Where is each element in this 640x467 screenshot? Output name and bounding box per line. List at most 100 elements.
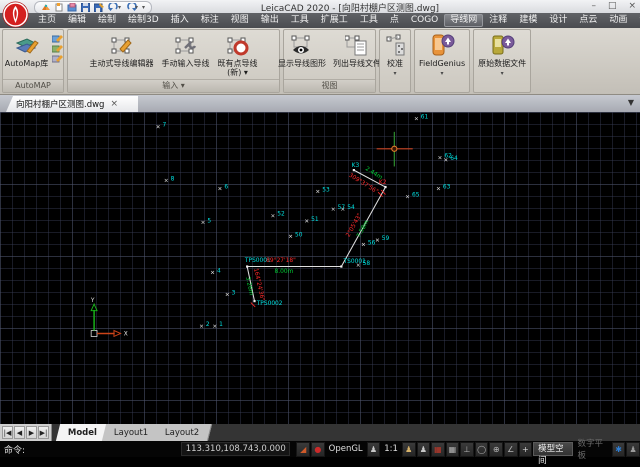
traverse-vertex[interactable] <box>253 300 255 302</box>
point-label-53: 53 <box>322 187 330 193</box>
ribbon-tab-6[interactable]: 视图 <box>225 14 255 27</box>
ribbon-tab-1[interactable]: 编辑 <box>62 14 92 27</box>
ribbon-tab-7[interactable]: 输出 <box>255 14 285 27</box>
document-tab-bar: 向阳村棚户区测图.dwg × ▼ <box>0 95 640 113</box>
model-space-button[interactable]: 模型空间 <box>533 442 573 456</box>
qat-more-icon[interactable]: ▾ <box>142 4 145 11</box>
existing-point-traverse-button[interactable]: 既有点导线 (新) ▾ <box>216 32 260 78</box>
dyn-prompt-icon[interactable]: ♟ <box>417 442 431 457</box>
save-icon[interactable] <box>81 3 90 12</box>
command-prompt[interactable]: 命令: <box>0 443 143 456</box>
ribbon-tab-11[interactable]: 点 <box>384 14 405 27</box>
point-label-50: 50 <box>295 232 303 238</box>
undo-icon[interactable] <box>108 3 121 12</box>
ribbon-tab-0[interactable]: 主页 <box>32 14 62 27</box>
show-traverse-graphics-button[interactable]: 显示导线图形 <box>276 32 328 69</box>
dyn-input-icon[interactable]: ♟ <box>402 442 416 457</box>
list-traverse-files-button[interactable]: 列出导线文件 <box>331 32 383 69</box>
polar-tracking-icon[interactable]: ◯ <box>475 442 489 457</box>
ribbon-tab-4[interactable]: 插入 <box>165 14 195 27</box>
ribbon-tab-10[interactable]: 工具 <box>354 14 384 27</box>
maximize-button[interactable]: □ <box>608 0 617 13</box>
panel-input-label[interactable]: 输入 ▾ <box>68 79 279 92</box>
automap-edit-icon[interactable] <box>52 54 63 63</box>
manual-input-traverse-label: 手动输入导线 <box>162 59 210 68</box>
existing-point-icon <box>226 33 250 59</box>
manual-input-traverse-button[interactable]: 手动输入导线 <box>160 32 212 69</box>
ortho-icon[interactable]: ⊥ <box>460 442 474 457</box>
scale-label: 1:1 <box>381 444 401 454</box>
user-icon[interactable]: ♟ <box>367 442 381 457</box>
layout-nav-0[interactable]: |◀ <box>2 426 13 439</box>
point-label-1: 1 <box>219 322 223 328</box>
ribbon-tab-9[interactable]: 扩展工 <box>315 14 354 27</box>
ribbon-tab-2[interactable]: 绘制 <box>92 14 122 27</box>
ribbon-tab-19[interactable]: 帮助 <box>633 14 640 27</box>
minimize-button[interactable]: – <box>591 0 596 13</box>
traverse-vertex[interactable] <box>384 186 386 188</box>
layout-nav-1[interactable]: ◀ <box>14 426 25 439</box>
point-label-6: 6 <box>224 185 228 191</box>
layout-tab-layout2[interactable]: Layout2 <box>153 424 213 441</box>
ribbon-tab-15[interactable]: 建模 <box>513 14 543 27</box>
redo-icon[interactable] <box>125 3 138 12</box>
automap-quick-icon[interactable] <box>41 3 51 12</box>
otrack-icon[interactable]: ∠ <box>504 442 518 457</box>
automap-dyn-icon[interactable] <box>52 34 63 43</box>
point-label-54: 54 <box>347 205 355 211</box>
snap-grid-red-icon[interactable]: ▦ <box>431 442 445 457</box>
ribbon-tab-bar: 主页编辑绘制绘制3D插入标注视图输出工具扩展工工具点COGO导线网注释建模设计点… <box>0 13 640 28</box>
ucs-origin-square <box>91 331 97 337</box>
ucs-x-label: X <box>124 332 128 338</box>
ucs-corner-icon[interactable]: ◢ <box>296 442 310 457</box>
open-file-icon[interactable] <box>67 3 77 12</box>
active-traverse-editor-button[interactable]: 主动式导线编辑器 <box>88 32 156 69</box>
fieldgenius-button[interactable]: FieldGenius ▾ <box>415 30 469 79</box>
ribbon-tab-13[interactable]: 导线网 <box>444 14 483 27</box>
new-file-icon[interactable] <box>55 3 63 12</box>
calibrate-label: 校准 <box>387 59 403 68</box>
osnap-icon[interactable]: ⊕ <box>489 442 503 457</box>
automap-library-label: AutoMap库 <box>5 59 48 68</box>
crosshair-size-icon[interactable]: + <box>519 442 533 457</box>
calibrate-button[interactable]: 校准 ▾ <box>380 30 410 79</box>
traverse-vertex[interactable] <box>353 169 355 171</box>
document-tab[interactable]: 向阳村棚户区测图.dwg × <box>6 96 138 112</box>
station-label-TS0001: TS0001 <box>343 259 367 265</box>
app-menu-button[interactable] <box>2 1 29 28</box>
fieldgenius-icon <box>429 33 455 59</box>
ribbon-tab-3[interactable]: 绘制3D <box>122 14 165 27</box>
point-label-61: 61 <box>421 115 429 121</box>
user-lock-icon[interactable]: ♟ <box>626 442 640 457</box>
rawdata-button[interactable]: 原始数据文件 ▾ <box>474 30 530 79</box>
settings-gear-icon[interactable]: ✱ <box>612 442 626 457</box>
grid-display-icon[interactable]: ▦ <box>446 442 460 457</box>
panel-input: 主动式导线编辑器 手动输入导线 既有点导线 (新) ▾ 输入 ▾ <box>67 29 280 93</box>
ribbon-tab-17[interactable]: 点云 <box>573 14 603 27</box>
ribbon-tab-14[interactable]: 注释 <box>483 14 513 27</box>
ribbon-tab-16[interactable]: 设计 <box>543 14 573 27</box>
show-traverse-graphics-label: 显示导线图形 <box>278 59 326 68</box>
layout-nav-2[interactable]: ▶ <box>26 426 37 439</box>
ribbon-tab-5[interactable]: 标注 <box>195 14 225 27</box>
traverse-vertex[interactable] <box>246 265 248 267</box>
automap-library-button[interactable]: AutoMap库 <box>3 32 50 69</box>
existing-point-traverse-label: 既有点导线 <box>218 59 258 68</box>
panel-automap-label[interactable]: AutoMAP <box>3 79 63 92</box>
automap-codes-icon[interactable] <box>52 44 63 53</box>
traverse-vertex[interactable] <box>340 265 342 267</box>
save-as-icon[interactable] <box>94 3 104 12</box>
point-label-65: 65 <box>412 193 420 199</box>
panel-view-label[interactable]: 视图 <box>284 79 375 92</box>
ribbon-tab-8[interactable]: 工具 <box>285 14 315 27</box>
close-button[interactable]: × <box>628 0 636 13</box>
document-tab-close-icon[interactable]: × <box>110 99 118 109</box>
fieldgenius-dropdown-icon: ▾ <box>441 69 444 78</box>
station-label-K3: K3 <box>352 163 360 169</box>
tab-list-dropdown-icon[interactable]: ▼ <box>628 98 634 107</box>
ribbon-tab-12[interactable]: COGO <box>405 14 444 27</box>
record-line-icon[interactable]: ● <box>311 442 325 457</box>
distance-annotation: 8.00m <box>275 269 294 275</box>
ribbon-tab-18[interactable]: 动画 <box>603 14 633 27</box>
layout-nav-3[interactable]: ▶| <box>38 426 49 439</box>
